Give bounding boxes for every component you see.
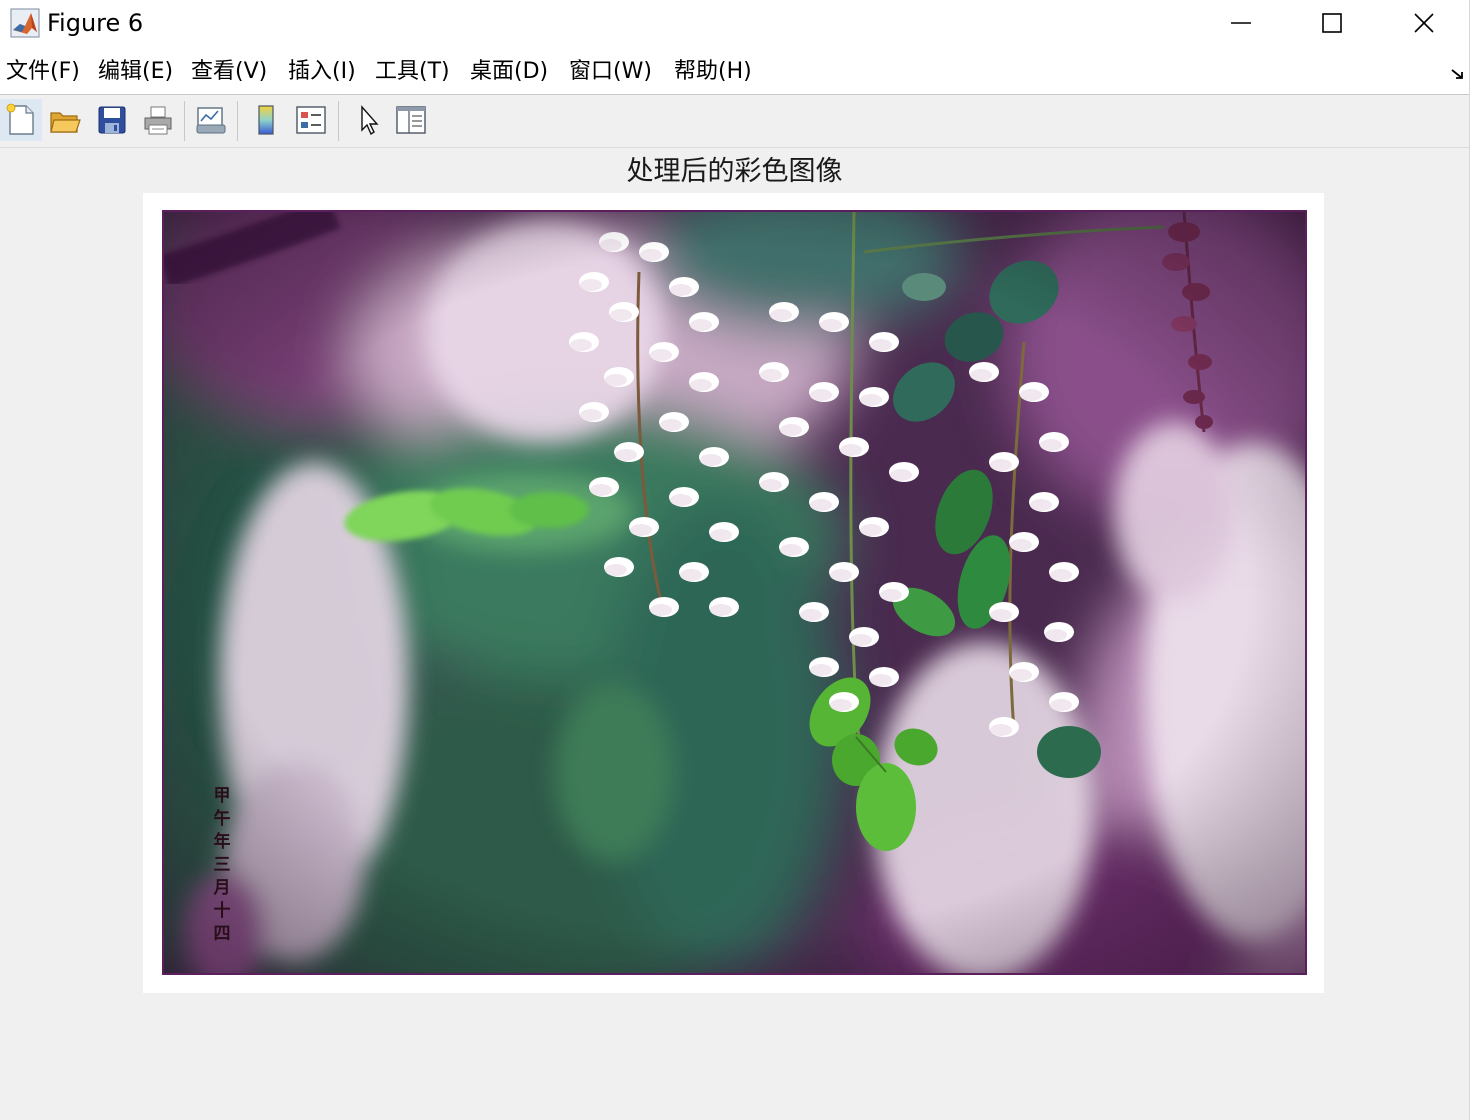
minimize-icon bbox=[1231, 22, 1251, 24]
toolbar-separator bbox=[237, 101, 238, 141]
toolbar-separator bbox=[338, 101, 339, 141]
new-figure-button[interactable] bbox=[0, 99, 42, 141]
processed-color-image: 甲 午 年 三 月 十 四 bbox=[162, 210, 1307, 975]
toolbar-separator bbox=[184, 101, 185, 141]
axes-title: 处理后的彩色图像 bbox=[626, 156, 843, 187]
minimize-button[interactable] bbox=[1195, 0, 1287, 46]
maximize-button[interactable] bbox=[1286, 0, 1378, 46]
menu-edit[interactable]: 编辑(E) bbox=[98, 58, 173, 86]
menu-file[interactable]: 文件(F) bbox=[6, 58, 80, 86]
insert-legend-button[interactable] bbox=[290, 99, 332, 141]
save-button[interactable] bbox=[91, 99, 133, 141]
menu-bar: 文件(F) 编辑(E) 查看(V) 插入(I) 工具(T) 桌面(D) 窗口(W… bbox=[0, 48, 1475, 95]
window-edge bbox=[1469, 0, 1475, 1120]
link-plot-button[interactable] bbox=[190, 99, 232, 141]
window-title: Figure 6 bbox=[47, 9, 144, 37]
matlab-logo-icon bbox=[10, 8, 40, 38]
print-button[interactable] bbox=[137, 99, 179, 141]
property-inspector-icon bbox=[396, 106, 426, 134]
insert-legend-icon bbox=[296, 106, 326, 134]
dock-figure-icon[interactable] bbox=[1451, 66, 1465, 80]
menu-desktop[interactable]: 桌面(D) bbox=[470, 58, 548, 86]
open-file-button[interactable] bbox=[44, 99, 86, 141]
image-axes[interactable]: 甲 午 年 三 月 十 四 bbox=[143, 193, 1324, 993]
menu-view[interactable]: 查看(V) bbox=[191, 58, 267, 86]
insert-colorbar-button[interactable] bbox=[245, 99, 287, 141]
maximize-icon bbox=[1322, 13, 1342, 33]
link-plot-icon bbox=[196, 107, 226, 134]
property-inspector-button[interactable] bbox=[390, 99, 432, 141]
edit-plot-button[interactable] bbox=[346, 99, 388, 141]
seal-signature: 甲 午 年 三 月 十 四 bbox=[213, 786, 231, 944]
save-icon bbox=[98, 106, 126, 134]
open-file-icon bbox=[50, 112, 81, 133]
menu-tools[interactable]: 工具(T) bbox=[375, 58, 450, 86]
new-figure-icon bbox=[6, 103, 34, 135]
print-icon bbox=[144, 106, 172, 135]
menu-insert[interactable]: 插入(I) bbox=[288, 58, 356, 86]
close-button[interactable] bbox=[1378, 0, 1470, 46]
figure-toolbar bbox=[0, 95, 1475, 148]
menu-help[interactable]: 帮助(H) bbox=[674, 58, 752, 86]
menu-window[interactable]: 窗口(W) bbox=[569, 58, 652, 86]
title-bar[interactable]: Figure 6 bbox=[0, 0, 1475, 48]
close-icon bbox=[1414, 13, 1434, 33]
edit-plot-pointer-icon bbox=[361, 105, 379, 136]
insert-colorbar-icon bbox=[258, 105, 274, 135]
